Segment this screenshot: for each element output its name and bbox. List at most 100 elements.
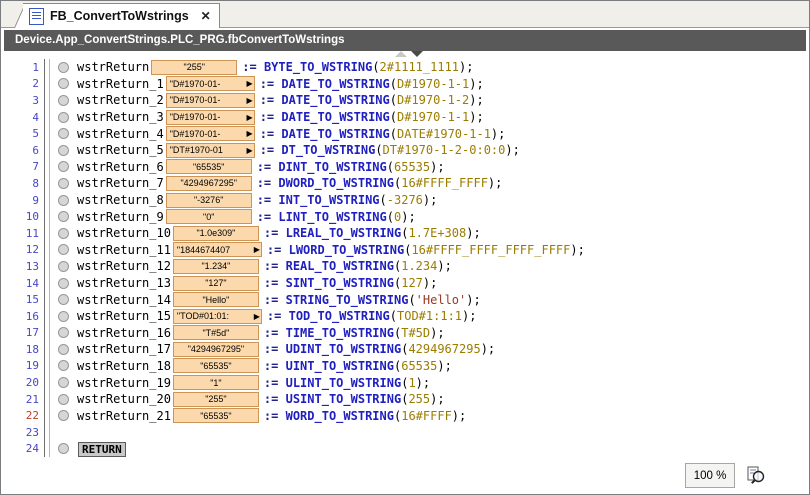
- breakpoint-dot[interactable]: [58, 211, 69, 223]
- zoom-level-control[interactable]: 100 %: [685, 463, 735, 488]
- inline-monitor-value[interactable]: "Hello": [172, 292, 259, 308]
- breakpoint-dot[interactable]: [58, 360, 69, 372]
- code-line[interactable]: 7 wstrReturn_6 "65535" := DINT_TO_WSTRIN…: [2, 158, 808, 176]
- st-code-editor[interactable]: 1 wstrReturn "255" := BYTE_TO_WSTRING(2#…: [2, 59, 808, 457]
- breakpoint-margin[interactable]: [50, 427, 77, 438]
- breakpoint-margin[interactable]: [50, 343, 77, 355]
- breakpoint-dot[interactable]: [58, 227, 69, 239]
- code-line[interactable]: 19 wstrReturn_18 "65535" := UINT_TO_WSTR…: [2, 357, 808, 375]
- inline-monitor-value[interactable]: "127": [172, 275, 259, 291]
- magnifier-icon[interactable]: [743, 462, 769, 488]
- expand-arrow-icon[interactable]: ▶: [247, 78, 253, 89]
- inline-monitor-value[interactable]: "4294967295": [172, 341, 259, 357]
- breakpoint-dot[interactable]: [58, 128, 69, 140]
- inline-monitor-value[interactable]: "1844674407 ▶: [172, 242, 262, 258]
- breakpoint-dot[interactable]: [58, 244, 69, 256]
- breakpoint-margin[interactable]: [50, 211, 77, 223]
- breakpoint-dot[interactable]: [58, 111, 69, 123]
- code-line[interactable]: 16 wstrReturn_15 "TOD#01:01: ▶ := TOD_TO…: [2, 307, 808, 325]
- breakpoint-margin[interactable]: [50, 294, 77, 306]
- collapse-down-icon[interactable]: [411, 51, 423, 57]
- collapse-up-icon[interactable]: [395, 51, 407, 57]
- breakpoint-margin[interactable]: [50, 177, 77, 189]
- breakpoint-margin[interactable]: [50, 260, 77, 272]
- code-line[interactable]: 24 RETURN: [2, 440, 808, 457]
- breakpoint-dot[interactable]: [58, 294, 69, 306]
- breakpoint-dot[interactable]: [58, 410, 69, 422]
- breakpoint-margin[interactable]: [50, 443, 77, 455]
- code-line[interactable]: 4 wstrReturn_3 "D#1970-01- ▶ := DATE_TO_…: [2, 108, 808, 126]
- breakpoint-dot[interactable]: [58, 393, 69, 405]
- expand-arrow-icon[interactable]: ▶: [247, 112, 253, 123]
- inline-monitor-value[interactable]: "T#5d": [172, 325, 259, 341]
- breakpoint-dot[interactable]: [58, 61, 69, 73]
- inline-monitor-value[interactable]: "TOD#01:01: ▶: [172, 308, 262, 324]
- code-line[interactable]: 23: [2, 424, 808, 441]
- inline-monitor-value[interactable]: "0": [165, 209, 252, 225]
- expand-arrow-icon[interactable]: ▶: [254, 244, 260, 255]
- breakpoint-dot[interactable]: [58, 260, 69, 272]
- expand-arrow-icon[interactable]: ▶: [254, 311, 260, 322]
- breakpoint-margin[interactable]: [50, 194, 77, 206]
- code-line[interactable]: 15 wstrReturn_14 "Hello" := STRING_TO_WS…: [2, 291, 808, 308]
- inline-monitor-value[interactable]: "D#1970-01- ▶: [165, 92, 255, 108]
- code-line[interactable]: 14 wstrReturn_13 "127" := SINT_TO_WSTRIN…: [2, 274, 808, 292]
- code-line[interactable]: 11 wstrReturn_10 "1.0e309" := LREAL_TO_W…: [2, 224, 808, 242]
- breakpoint-margin[interactable]: [50, 227, 77, 239]
- inline-monitor-value[interactable]: "255": [172, 391, 259, 407]
- inline-monitor-value[interactable]: "D#1970-01- ▶: [165, 126, 255, 142]
- inline-monitor-value[interactable]: "DT#1970-01 ▶: [165, 142, 255, 158]
- breakpoint-margin[interactable]: [50, 377, 77, 389]
- breakpoint-dot[interactable]: [58, 161, 69, 173]
- code-line[interactable]: 9 wstrReturn_8 "-3276" := INT_TO_WSTRING…: [2, 191, 808, 209]
- declaration-splitter[interactable]: [395, 51, 423, 59]
- expand-arrow-icon[interactable]: ▶: [247, 128, 253, 139]
- breakpoint-margin[interactable]: [50, 78, 77, 90]
- code-line[interactable]: 2 wstrReturn_1 "D#1970-01- ▶ := DATE_TO_…: [2, 75, 808, 93]
- code-line[interactable]: 18 wstrReturn_17 "4294967295" := UDINT_T…: [2, 341, 808, 358]
- breakpoint-dot[interactable]: [58, 277, 69, 289]
- code-line[interactable]: 1 wstrReturn "255" := BYTE_TO_WSTRING(2#…: [2, 59, 808, 76]
- breakpoint-dot[interactable]: [58, 94, 69, 106]
- breakpoint-margin[interactable]: [50, 244, 77, 256]
- code-line[interactable]: 10 wstrReturn_9 "0" := LINT_TO_WSTRING(0…: [2, 208, 808, 225]
- inline-monitor-value[interactable]: "65535": [165, 159, 252, 175]
- breakpoint-dot[interactable]: [58, 443, 69, 455]
- breakpoint-dot[interactable]: [58, 310, 69, 322]
- inline-monitor-value[interactable]: "1.234": [172, 258, 259, 274]
- breakpoint-dot[interactable]: [58, 377, 69, 389]
- breakpoint-dot[interactable]: [58, 78, 69, 90]
- inline-monitor-value[interactable]: "-3276": [165, 192, 252, 208]
- breakpoint-margin[interactable]: [50, 111, 77, 123]
- breakpoint-margin[interactable]: [50, 360, 77, 372]
- code-line[interactable]: 12 wstrReturn_11 "1844674407 ▶ := LWORD_…: [2, 241, 808, 259]
- breakpoint-margin[interactable]: [50, 277, 77, 289]
- code-line[interactable]: 20 wstrReturn_19 "1" := ULINT_TO_WSTRING…: [2, 374, 808, 391]
- inline-monitor-value[interactable]: "D#1970-01- ▶: [165, 76, 255, 92]
- breakpoint-margin[interactable]: [50, 144, 77, 156]
- breakpoint-margin[interactable]: [50, 410, 77, 422]
- inline-monitor-value[interactable]: "65535": [172, 358, 259, 374]
- breakpoint-dot[interactable]: [58, 144, 69, 156]
- inline-monitor-value[interactable]: "4294967295": [165, 175, 252, 191]
- breakpoint-margin[interactable]: [50, 161, 77, 173]
- breakpoint-margin[interactable]: [50, 94, 77, 106]
- inline-monitor-value[interactable]: "255": [151, 59, 238, 75]
- code-line[interactable]: 17 wstrReturn_16 "T#5d" := TIME_TO_WSTRI…: [2, 324, 808, 342]
- inline-monitor-value[interactable]: "1": [172, 375, 259, 391]
- expand-arrow-icon[interactable]: ▶: [247, 145, 253, 156]
- breakpoint-margin[interactable]: [50, 128, 77, 140]
- code-line[interactable]: 13 wstrReturn_12 "1.234" := REAL_TO_WSTR…: [2, 258, 808, 275]
- inline-monitor-value[interactable]: "65535": [172, 408, 259, 424]
- close-icon[interactable]: ✕: [201, 9, 211, 23]
- breakpoint-margin[interactable]: [50, 393, 77, 405]
- expand-arrow-icon[interactable]: ▶: [247, 95, 253, 106]
- breakpoint-dot[interactable]: [58, 343, 69, 355]
- tab-fb-converttowstrings[interactable]: FB_ConvertToWstrings ✕: [23, 3, 220, 28]
- code-line[interactable]: 21 wstrReturn_20 "255" := USINT_TO_WSTRI…: [2, 390, 808, 408]
- breakpoint-dot[interactable]: [58, 194, 69, 206]
- inline-monitor-value[interactable]: "D#1970-01- ▶: [165, 109, 255, 125]
- code-line[interactable]: 8 wstrReturn_7 "4294967295" := DWORD_TO_…: [2, 175, 808, 192]
- code-line[interactable]: 6 wstrReturn_5 "DT#1970-01 ▶ := DT_TO_WS…: [2, 141, 808, 159]
- breakpoint-margin[interactable]: [50, 310, 77, 322]
